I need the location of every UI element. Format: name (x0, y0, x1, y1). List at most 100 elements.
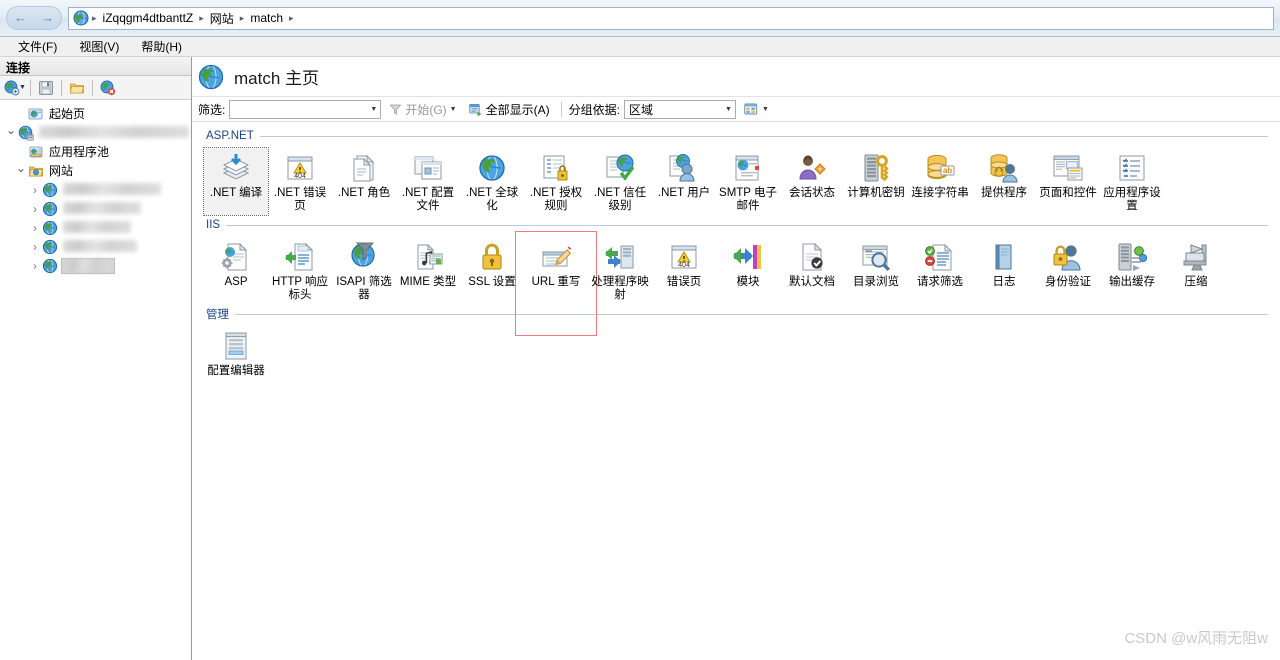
view-mode-button[interactable]: ▼ (740, 102, 773, 117)
feature-grid: .NET 编译 404 .NET 错误页 .NET 角色 .NET 配置文件 .NET 全… (192, 144, 1280, 216)
breadcrumb[interactable]: ▸ iZqqgm4dtbanttZ ▸ 网站 ▸ match ▸ (68, 6, 1274, 30)
net-authorization-rules-icon (540, 152, 572, 184)
compression-icon (1180, 241, 1212, 273)
feature-tile[interactable]: ISAPI 筛选器 (332, 237, 396, 304)
connect-to-server-icon[interactable]: ▼ (4, 78, 26, 98)
site-icon (42, 201, 58, 217)
chevron-down-icon[interactable]: ▼ (762, 106, 769, 113)
tree-node[interactable]: site-3 (0, 218, 191, 237)
forward-button[interactable]: → (40, 10, 56, 26)
feature-tile[interactable]: 默认文档 (780, 237, 844, 304)
chevron-down-icon[interactable]: ▼ (370, 106, 377, 113)
tree-node[interactable]: iZqqgm4dtbanttZ (iZqqgm4db (0, 123, 191, 142)
connections-tree[interactable]: 起始页 iZqqgm4dtbanttZ (iZqqgm4db 应用程序池网站 site… (0, 100, 191, 660)
content-panel: match 主页 筛选: ▼ 开始(G) ▼ 全部显示(A) 分组依据: 区域 … (192, 57, 1280, 660)
feature-tile[interactable]: .NET 配置文件 (396, 148, 460, 215)
filter-label: 筛选: (198, 102, 226, 117)
group-by-value: 区域 (628, 102, 653, 117)
feature-tile[interactable]: 身份验证 (1036, 237, 1100, 304)
feature-tile[interactable]: 压缩 (1164, 237, 1228, 304)
chevron-down-icon[interactable]: ▼ (19, 84, 26, 91)
chevron-right-icon[interactable] (28, 202, 42, 216)
open-folder-icon[interactable] (66, 78, 88, 98)
feature-tile[interactable]: 输出缓存 (1100, 237, 1164, 304)
feature-tile[interactable]: .NET 信任级别 (588, 148, 652, 215)
feature-tile[interactable]: .NET 全球化 (460, 148, 524, 215)
feature-tile[interactable]: SMTP 电子邮件 (716, 148, 780, 215)
breadcrumb-site[interactable]: match (247, 11, 286, 25)
feature-tile[interactable]: .NET 授权规则 (524, 148, 588, 215)
feature-view[interactable]: ASP.NET .NET 编译 404 .NET 错误页 .NET 角色 .NET 配置文… (192, 122, 1280, 660)
menu-view[interactable]: 视图(V) (69, 36, 129, 57)
redacted-text: site-3 (63, 220, 131, 233)
filter-text-input[interactable] (230, 102, 371, 116)
feature-tile-label: ISAPI 筛选器 (336, 276, 392, 301)
back-button[interactable]: ← (13, 10, 29, 26)
feature-tile[interactable]: ASP (204, 237, 268, 304)
feature-tile[interactable]: 会话状态 (780, 148, 844, 215)
feature-tile[interactable]: 目录浏览 (844, 237, 908, 304)
tree-node[interactable]: 起始页 (0, 104, 191, 123)
chevron-right-icon[interactable] (28, 221, 42, 235)
chevron-down-icon[interactable]: ▼ (725, 106, 732, 113)
feature-tile[interactable]: 模块 (716, 237, 780, 304)
feature-tile-label: 默认文档 (789, 276, 835, 288)
feature-tile[interactable]: 404 错误页 (652, 237, 716, 304)
tree-node[interactable]: site-4 (0, 237, 191, 256)
tree-node[interactable]: match (0, 256, 191, 275)
tree-node[interactable]: 应用程序池 (0, 142, 191, 161)
delete-connection-icon[interactable] (97, 78, 119, 98)
feature-tile[interactable]: 日志 (972, 237, 1036, 304)
configuration-editor-icon (220, 330, 252, 362)
net-compilation-icon (220, 152, 252, 184)
feature-tile[interactable]: 计算机密钥 (844, 148, 908, 215)
feature-tile-label: 计算机密钥 (847, 187, 905, 199)
chevron-down-icon[interactable]: ▼ (450, 106, 457, 113)
feature-tile[interactable]: .NET 角色 (332, 148, 396, 215)
tree-node[interactable]: 网站 (0, 161, 191, 180)
chevron-down-icon[interactable] (4, 126, 18, 140)
feature-tile-label: 提供程序 (981, 187, 1027, 199)
save-connections-icon[interactable] (35, 78, 57, 98)
menu-file[interactable]: 文件(F) (8, 36, 67, 57)
tree-node[interactable]: site-1 (0, 180, 191, 199)
feature-group: 管理 配置编辑器 (192, 306, 1280, 380)
group-by-select[interactable]: 区域 ▼ (623, 99, 736, 119)
chevron-right-icon[interactable] (28, 259, 42, 273)
feature-tile[interactable]: HTTP 响应标头 (268, 237, 332, 304)
feature-tile-label: 输出缓存 (1109, 276, 1155, 288)
net-error-pages-icon: 404 (284, 152, 316, 184)
chevron-right-icon[interactable] (28, 240, 42, 254)
feature-tile[interactable]: 页面和控件 (1036, 148, 1100, 215)
feature-tile[interactable]: .NET 用户 (652, 148, 716, 215)
feature-tile-label: 页面和控件 (1039, 187, 1097, 199)
feature-tile[interactable]: MIME 类型 (396, 237, 460, 304)
menu-help[interactable]: 帮助(H) (131, 36, 192, 57)
feature-tile[interactable]: 404 .NET 错误页 (268, 148, 332, 215)
breadcrumb-server[interactable]: iZqqgm4dtbanttZ (100, 11, 197, 25)
filter-input[interactable]: ▼ (229, 99, 382, 119)
workspace: 连接 ▼ 起始页 ⌄ 应用程序池 ⌄ 网站 › › › › › match 主页… (0, 57, 1280, 660)
feature-tile[interactable]: 请求筛选 (908, 237, 972, 304)
isapi-filters-icon (348, 241, 380, 273)
feature-tile[interactable]: 提供程序 (972, 148, 1036, 215)
feature-tile[interactable]: 应用程序设置 (1100, 148, 1164, 215)
show-all-button[interactable]: 全部显示(A) (465, 100, 554, 119)
request-filtering-icon (924, 241, 956, 273)
breadcrumb-sites[interactable]: 网站 (207, 10, 237, 27)
feature-tile[interactable]: 配置编辑器 (204, 326, 268, 380)
go-button[interactable]: 开始(G) ▼ (385, 100, 460, 119)
chevron-right-icon[interactable] (28, 183, 42, 197)
content-header: match 主页 (192, 57, 1280, 97)
feature-tile[interactable]: SSL 设置 (460, 237, 524, 304)
feature-tile[interactable]: 处理程序映射 (588, 237, 652, 304)
feature-tile[interactable]: URL 重写 (524, 237, 588, 304)
feature-tile-label: .NET 配置文件 (401, 187, 455, 212)
chevron-down-icon[interactable] (14, 164, 28, 178)
tree-node[interactable]: site-2 (0, 199, 191, 218)
feature-tile-label: .NET 角色 (337, 187, 391, 199)
feature-tile[interactable]: .NET 编译 (203, 147, 269, 216)
feature-tile[interactable]: ab 连接字符串 (908, 148, 972, 215)
feature-tile-label: .NET 错误页 (273, 187, 327, 212)
authentication-icon (1052, 241, 1084, 273)
